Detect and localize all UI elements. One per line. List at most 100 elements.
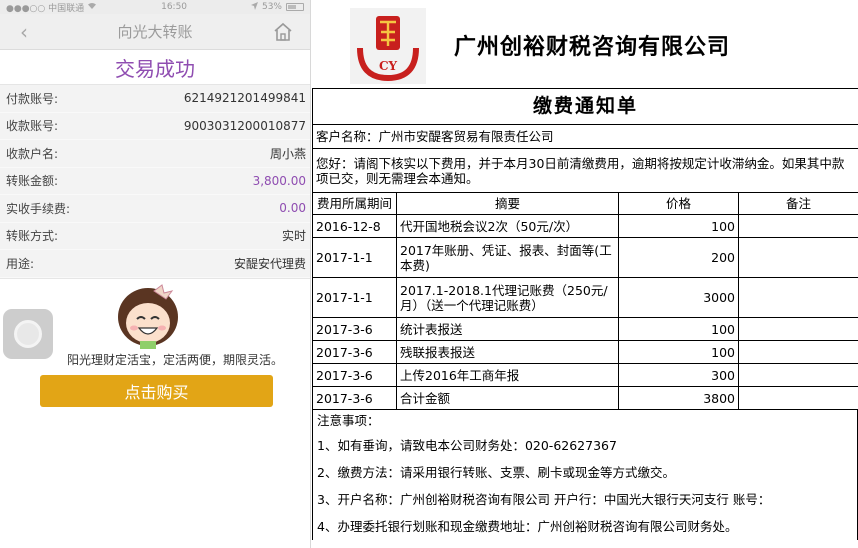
total-row: 2017-3-6 合计金额 3800: [312, 386, 858, 410]
row-period: 2017-3-6: [312, 340, 397, 364]
detail-row-payer-account: 付款账号: 6214921201499841: [0, 85, 310, 113]
document-header: CY 广州创裕财税咨询有限公司: [312, 0, 858, 88]
row-price: 100: [618, 340, 739, 364]
row-price: 3000: [618, 277, 739, 318]
note-item: 1、如有垂询，请致电本公司财务处：020-62627367: [317, 438, 617, 453]
row-summary: 2017.1-2018.1代理记账费（250元/月）（送一个代理记账费）: [396, 277, 619, 318]
detail-label: 收款户名:: [6, 146, 59, 161]
row-period: 2017-1-1: [312, 237, 397, 278]
buy-button[interactable]: 点击购买: [40, 374, 273, 407]
company-name: 广州创裕财税咨询有限公司: [454, 34, 731, 60]
row-period: 2016-12-8: [312, 214, 397, 238]
header-summary: 摘要: [396, 192, 619, 215]
detail-label: 转账方式:: [6, 229, 59, 244]
notice-title-row: 缴费通知单: [311, 88, 858, 125]
battery-percent: 53%: [261, 2, 282, 12]
status-left: ●●●○○ 中国联通: [6, 1, 97, 14]
detail-value: 实时: [281, 229, 306, 244]
detail-value: 0.00: [279, 201, 306, 216]
detail-row-payee-account: 收款账号: 9003031200010877: [0, 113, 310, 140]
row-period: 2017-3-6: [312, 317, 397, 341]
client-name: 客户名称：广州市安醍客贸易有限责任公司: [311, 124, 858, 149]
detail-value: 3,800.00: [252, 173, 306, 188]
row-note: [737, 386, 858, 410]
row-note: [737, 277, 858, 318]
row-summary: 代开国地税会议2次（50元/次）: [396, 214, 619, 238]
detail-row-purpose: 用途: 安醍安代理费: [0, 250, 310, 278]
detail-label: 转账金额:: [6, 174, 59, 189]
row-summary: 统计表报送: [396, 317, 619, 341]
notice-title: 缴费通知单: [311, 88, 858, 125]
table-row: 2017-1-1 2017年账册、凭证、报表、封面等(工本费) 200: [312, 237, 858, 278]
wifi-icon: [87, 2, 97, 13]
detail-label: 付款账号:: [6, 91, 59, 106]
company-logo-icon: CY: [350, 8, 426, 84]
detail-value: 周小燕: [269, 146, 306, 161]
status-bar: ●●●○○ 中国联通 16:50 53%: [0, 0, 310, 14]
row-period: 2017-3-6: [312, 363, 397, 387]
notes-title: 注意事项：: [317, 413, 380, 428]
location-icon: [250, 1, 258, 13]
row-period: 2017-1-1: [312, 277, 397, 318]
status-right: 53%: [250, 1, 304, 13]
row-price: 100: [618, 317, 739, 341]
detail-value: 安醍安代理费: [233, 256, 306, 271]
table-header-row: 费用所属期间 摘要 价格 备注: [312, 192, 858, 215]
client-row: 客户名称：广州市安醍客贸易有限责任公司: [311, 124, 858, 149]
table-row: 2017-3-6 上传2016年工商年报 300: [312, 363, 858, 387]
row-period: 2017-3-6: [312, 386, 397, 410]
mascot-girl-icon: [118, 283, 178, 349]
row-note: [737, 214, 858, 238]
detail-row-method: 转账方式: 实时: [0, 223, 310, 250]
detail-row-fee: 实收手续费: 0.00: [0, 195, 310, 223]
row-price: 300: [618, 363, 739, 387]
row-note: [737, 237, 858, 278]
home-icon[interactable]: [272, 21, 294, 43]
screenshot-root: ●●●○○ 中国联通 16:50 53% ‹ 向光大转账 交易成功 付款账号: …: [0, 0, 858, 548]
notes-section: 注意事项： 1、如有垂询，请致电本公司财务处：020-62627367 2、缴费…: [312, 410, 858, 540]
note-item: 4、办理委托银行划账和现金缴费地址：广州创裕财税咨询有限公司财务处。: [317, 519, 738, 534]
row-summary: 合计金额: [396, 386, 619, 410]
row-note: [737, 363, 858, 387]
detail-row-amount: 转账金额: 3,800.00: [0, 168, 310, 195]
detail-label: 用途:: [6, 256, 35, 271]
row-price: 3800: [618, 386, 739, 410]
detail-row-payee-name: 收款户名: 周小燕: [0, 140, 310, 168]
carrier-text: ●●●○○ 中国联通: [6, 3, 85, 14]
transaction-success-title: 交易成功: [0, 50, 310, 85]
fee-notice-table: 缴费通知单 客户名称：广州市安醍客贸易有限责任公司 您好：请阁下核实以下费用，并…: [311, 88, 858, 410]
greeting-text: 您好：请阁下核实以下费用，并于本月30日前清缴费用，逾期将按规定计收滞纳金。如果…: [311, 148, 858, 193]
greeting-row: 您好：请阁下核实以下费用，并于本月30日前清缴费用，逾期将按规定计收滞纳金。如果…: [311, 148, 858, 193]
fee-notice-document: CY 广州创裕财税咨询有限公司 缴费通知单 客户名称：广州市安醍客贸易有限责任公…: [311, 0, 858, 548]
phone-screen: ●●●○○ 中国联通 16:50 53% ‹ 向光大转账 交易成功 付款账号: …: [0, 0, 311, 548]
row-summary: 上传2016年工商年报: [396, 363, 619, 387]
promo-section: 阳光理财定活宝，定活两便，期限灵活。 点击购买: [0, 277, 310, 418]
row-summary: 残联报表报送: [396, 340, 619, 364]
back-chevron-icon[interactable]: ‹: [14, 19, 34, 45]
row-price: 200: [618, 237, 739, 278]
detail-value: 6214921201499841: [183, 91, 306, 106]
table-row: 2017-3-6 残联报表报送 100: [312, 340, 858, 364]
row-note: [737, 317, 858, 341]
table-row: 2017-3-6 统计表报送 100: [312, 317, 858, 341]
nav-bar: ‹ 向光大转账: [0, 14, 310, 50]
note-item: 3、开户名称：广州创裕财税咨询有限公司 开户行：中国光大银行天河支行 账号：: [317, 492, 771, 507]
header-price: 价格: [618, 192, 739, 215]
promo-slogan: 阳光理财定活宝，定活两便，期限灵活。: [66, 352, 283, 367]
battery-icon: [286, 3, 304, 11]
transfer-detail-list: 付款账号: 6214921201499841 收款账号: 90030312000…: [0, 85, 310, 278]
detail-value: 9003031200010877: [183, 118, 306, 133]
nav-title: 向光大转账: [117, 23, 193, 41]
table-row: 2017-1-1 2017.1-2018.1代理记账费（250元/月）（送一个代…: [312, 277, 858, 318]
detail-label: 实收手续费:: [6, 201, 71, 216]
row-note: [737, 340, 858, 364]
header-note: 备注: [737, 192, 858, 215]
note-item: 2、缴费方法：请采用银行转账、支票、刷卡或现金等方式缴交。: [317, 465, 675, 480]
row-price: 100: [618, 214, 739, 238]
logo-text: CY: [379, 59, 398, 73]
table-row: 2016-12-8 代开国地税会议2次（50元/次） 100: [312, 214, 858, 238]
detail-label: 收款账号:: [6, 119, 59, 134]
row-summary: 2017年账册、凭证、报表、封面等(工本费): [396, 237, 619, 278]
clock-text: 16:50: [161, 2, 188, 12]
header-period: 费用所属期间: [312, 192, 397, 215]
